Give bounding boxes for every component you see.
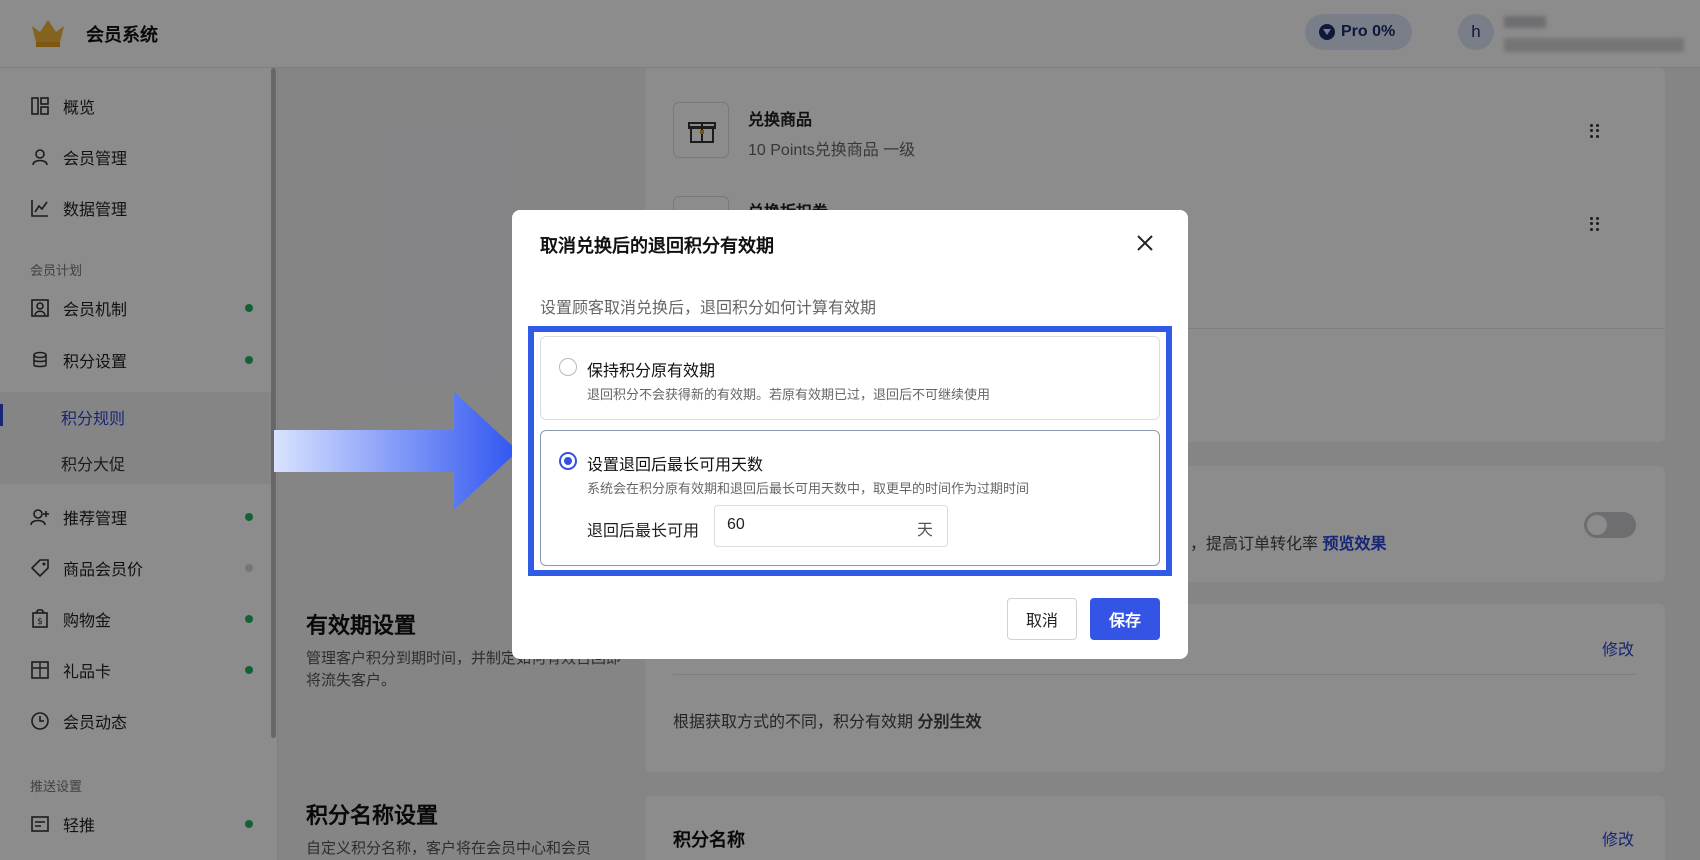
modal-title: 取消兑换后的退回积分有效期 [540, 236, 774, 256]
close-icon[interactable] [1132, 230, 1158, 256]
option-max-days[interactable]: 设置退回后最长可用天数 系统会在积分原有效期和退回后最长可用天数中，取更早的时间… [540, 430, 1160, 566]
option-subtitle: 系统会在积分原有效期和退回后最长可用天数中，取更早的时间作为过期时间 [587, 481, 1030, 496]
option-subtitle: 退回积分不会获得新的有效期。若原有效期已过，退回后不可继续使用 [587, 387, 991, 402]
days-label: 退回后最长可用 [587, 523, 700, 540]
days-unit: 天 [917, 522, 934, 539]
return-points-validity-modal: 取消兑换后的退回积分有效期 设置顾客取消兑换后，退回积分如何计算有效期 保持积分… [512, 210, 1188, 659]
save-button[interactable]: 保存 [1090, 598, 1160, 640]
option-title: 设置退回后最长可用天数 [587, 457, 764, 474]
cancel-button[interactable]: 取消 [1007, 598, 1077, 640]
modal-description: 设置顾客取消兑换后，退回积分如何计算有效期 [540, 300, 877, 317]
option-keep-original[interactable]: 保持积分原有效期 退回积分不会获得新的有效期。若原有效期已过，退回后不可继续使用 [540, 336, 1160, 420]
days-input-box[interactable]: 天 [714, 505, 948, 547]
option-title: 保持积分原有效期 [587, 363, 716, 380]
days-input[interactable] [727, 516, 887, 534]
radio-max-days[interactable] [559, 452, 577, 470]
annotation-arrow-icon [274, 392, 518, 510]
radio-keep-original[interactable] [559, 358, 577, 376]
